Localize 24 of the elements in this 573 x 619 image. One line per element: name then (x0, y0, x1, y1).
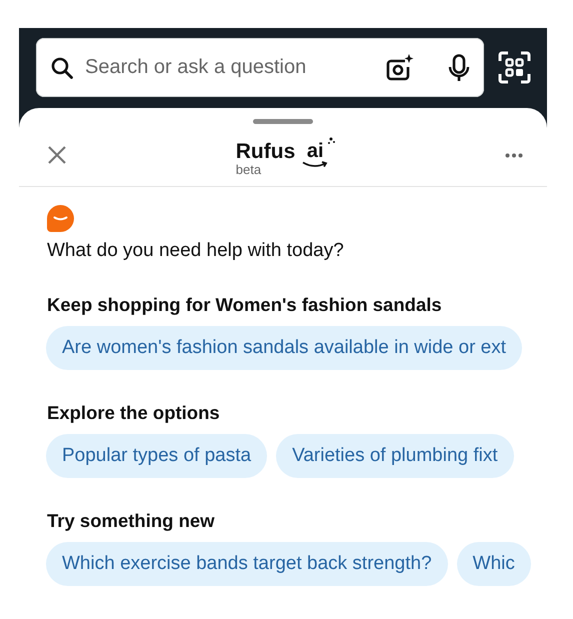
suggestion-chip[interactable]: Whic (456, 542, 531, 586)
section-heading: Keep shopping for Women's fashion sandals (47, 294, 442, 316)
microphone-icon[interactable] (448, 54, 470, 82)
suggestion-chip[interactable]: Are women's fashion sandals available in wide or ext (46, 326, 522, 370)
suggestion-chip[interactable]: Popular types of pasta (46, 434, 268, 478)
sparkle-icon (327, 136, 336, 146)
search-input[interactable]: Search or ask a question (83, 55, 374, 80)
section-heading: Explore the options (47, 402, 220, 424)
search-icon (51, 56, 73, 78)
search-field[interactable]: Search or ask a question (36, 38, 484, 97)
scan-icon[interactable] (498, 51, 531, 84)
more-icon[interactable] (505, 152, 523, 158)
suggestion-chip[interactable]: Which exercise bands target back strength? (46, 542, 448, 586)
greeting-text: What do you need help with today? (47, 240, 344, 262)
smile-arrow-icon (301, 160, 330, 168)
sheet-title: Rufus (236, 140, 296, 162)
camera-icon[interactable] (384, 52, 414, 82)
logo-text: ai (306, 140, 324, 160)
close-icon[interactable] (48, 146, 66, 164)
section-heading: Try something new (47, 510, 215, 532)
drag-handle[interactable] (253, 119, 313, 124)
suggestion-chip[interactable]: Varieties of plumbing fixt (276, 434, 514, 478)
assistant-avatar-icon (47, 205, 74, 232)
beta-label: beta (236, 162, 262, 176)
